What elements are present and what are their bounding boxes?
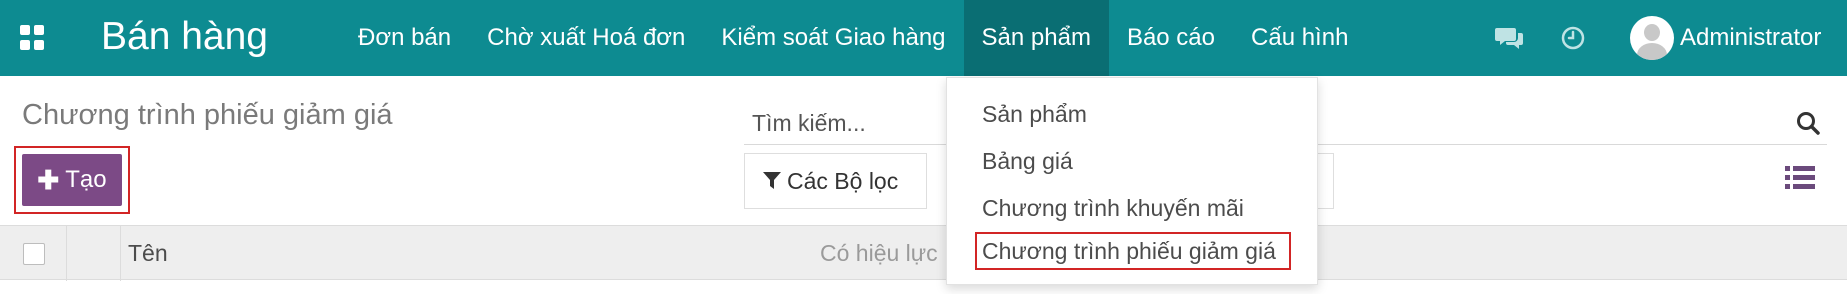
dropdown-item-chuong-trinh-phieu-giam-gia[interactable]: Chương trình phiếu giảm giá xyxy=(975,232,1291,270)
table-header: Tên Có hiệu lực xyxy=(0,225,1847,281)
create-button[interactable]: ✚ Tạo xyxy=(22,154,122,206)
user-menu[interactable]: Administrator xyxy=(1630,13,1821,63)
column-divider xyxy=(120,226,121,281)
menu-item-kiem-soat-giao-hang[interactable]: Kiểm soát Giao hàng xyxy=(703,0,963,76)
apps-menu-icon[interactable] xyxy=(20,25,46,51)
activity-clock-icon[interactable] xyxy=(1560,0,1586,76)
menu-item-cau-hinh[interactable]: Cấu hình xyxy=(1233,0,1366,76)
dropdown-item-chuong-trinh-khuyen-mai[interactable]: Chương trình khuyến mãi xyxy=(947,190,1317,226)
filters-button-label: Các Bộ lọc xyxy=(787,167,899,194)
search-icon[interactable] xyxy=(1795,110,1821,136)
avatar xyxy=(1630,16,1674,60)
plus-icon: ✚ xyxy=(37,164,60,195)
page-title: Chương trình phiếu giảm giá xyxy=(22,99,393,131)
list-view-icon[interactable] xyxy=(1785,164,1815,192)
filter-icon xyxy=(763,172,781,189)
create-button-highlight: ✚ Tạo xyxy=(14,146,130,214)
menu-item-san-pham[interactable]: Sản phẩm xyxy=(963,0,1109,76)
chat-icon[interactable] xyxy=(1495,0,1525,76)
main-menu: Đơn bán Chờ xuất Hoá đơn Kiểm soát Giao … xyxy=(340,0,1366,76)
products-dropdown-menu: Sản phẩm Bảng giá Chương trình khuyến mã… xyxy=(946,77,1318,285)
top-navbar: Bán hàng Đơn bán Chờ xuất Hoá đơn Kiểm s… xyxy=(0,0,1847,76)
select-all-checkbox[interactable] xyxy=(23,243,45,265)
user-name: Administrator xyxy=(1680,24,1822,51)
column-divider xyxy=(66,226,67,281)
menu-item-bao-cao[interactable]: Báo cáo xyxy=(1109,0,1233,76)
dropdown-item-bang-gia[interactable]: Bảng giá xyxy=(947,143,1317,179)
dropdown-item-san-pham[interactable]: Sản phẩm xyxy=(947,96,1317,132)
column-header-active[interactable]: Có hiệu lực xyxy=(820,240,938,267)
app-title[interactable]: Bán hàng xyxy=(101,14,268,60)
create-button-label: Tạo xyxy=(65,166,107,193)
filters-button[interactable]: Các Bộ lọc xyxy=(744,153,927,209)
menu-item-don-ban[interactable]: Đơn bán xyxy=(340,0,469,76)
column-header-name[interactable]: Tên xyxy=(128,240,168,267)
menu-item-cho-xuat-hoa-don[interactable]: Chờ xuất Hoá đơn xyxy=(469,0,703,76)
dropdown-item-label: Chương trình phiếu giảm giá xyxy=(982,238,1276,264)
